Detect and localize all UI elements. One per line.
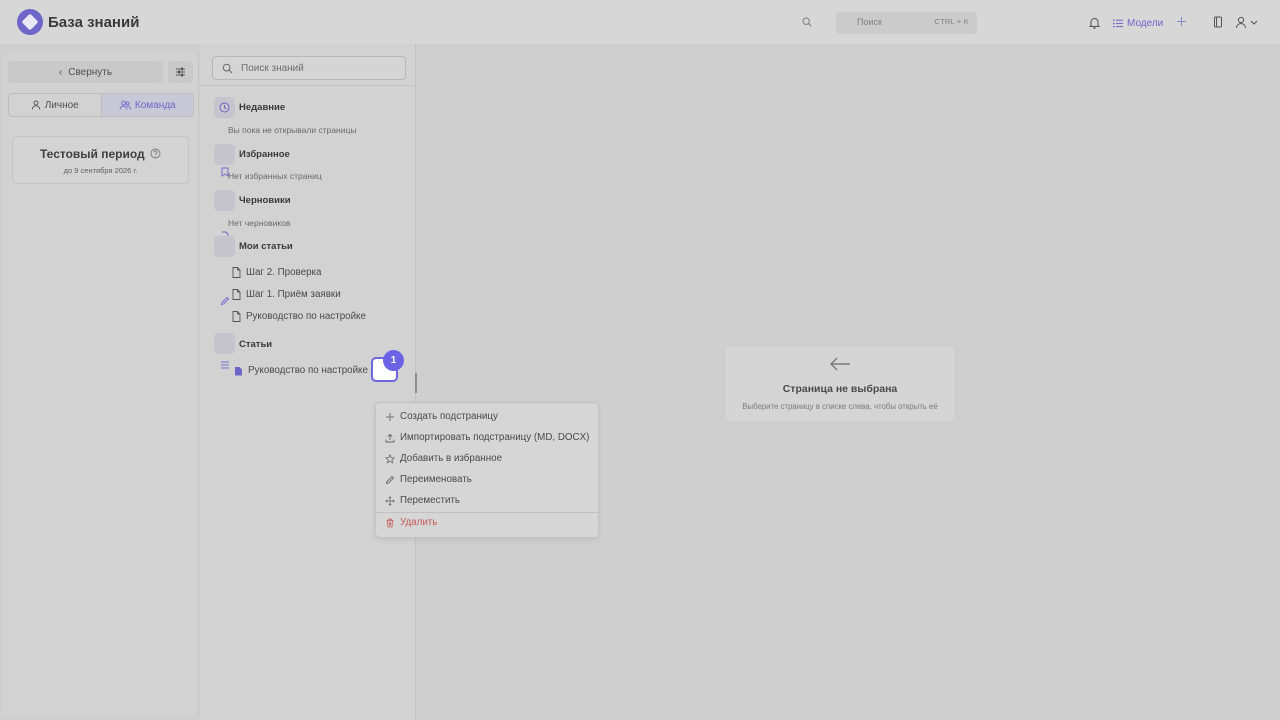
filter-settings-button[interactable] — [168, 61, 193, 83]
list-icon — [221, 361, 229, 369]
section-recent-title[interactable]: Недавние — [239, 102, 285, 113]
menu-create-subpage[interactable]: Создать подстраницу — [385, 411, 498, 422]
knowledge-tree-panel: Поиск знаний Недавние Вы пока не открыва… — [200, 44, 416, 720]
section-drafts-empty: Нет черновиков — [228, 218, 291, 228]
scrollbar[interactable] — [415, 373, 417, 393]
menu-separator — [376, 512, 598, 513]
knowledge-search-placeholder: Поиск знаний — [241, 63, 304, 74]
search-icon[interactable] — [802, 17, 812, 27]
plus-icon[interactable] — [1176, 16, 1187, 27]
pencil-icon — [220, 296, 230, 306]
menu-item-label: Удалить — [400, 517, 438, 528]
help-icon[interactable] — [150, 148, 161, 159]
section-articles-title[interactable]: Статьи — [239, 339, 272, 350]
book-icon[interactable] — [1213, 16, 1223, 28]
menu-rename[interactable]: Переименовать — [385, 474, 472, 485]
user-icon — [31, 100, 40, 110]
search-icon — [222, 63, 233, 74]
global-search-input[interactable]: Поиск CTRL + K — [836, 12, 977, 34]
tree-item[interactable]: Шаг 1. Приём заявки — [232, 289, 341, 300]
app-title: База знаний — [48, 14, 140, 31]
bell-icon[interactable] — [1088, 16, 1101, 29]
upload-icon — [385, 433, 395, 442]
chevron-left-icon: ‹ — [58, 66, 63, 78]
collapse-label: Свернуть — [68, 66, 113, 78]
menu-item-label: Переименовать — [400, 474, 472, 485]
trial-card: Тестовый период до 9 сентября 2026 г. — [12, 136, 189, 184]
sliders-icon — [176, 67, 185, 77]
models-button[interactable]: Модели — [1113, 16, 1163, 30]
menu-item-label: Импортировать подстраницу (MD, DOCX) — [400, 432, 590, 443]
bookmark-icon-tile — [214, 144, 235, 165]
tab-team-label: Команда — [134, 99, 176, 111]
menu-delete[interactable]: Удалить — [385, 517, 437, 528]
list-icon — [1113, 19, 1123, 27]
arrow-left-icon — [830, 357, 850, 371]
top-bar: База знаний Поиск CTRL + K Модели — [0, 0, 1280, 44]
step-badge: 1 — [383, 350, 404, 371]
menu-item-label: Создать подстраницу — [400, 411, 498, 422]
menu-add-favorite[interactable]: Добавить в избранное — [385, 453, 502, 464]
team-icon — [119, 100, 131, 110]
star-icon — [385, 453, 395, 464]
plus-icon — [386, 412, 394, 421]
knowledge-search-input[interactable]: Поиск знаний — [212, 56, 406, 80]
tree-item[interactable]: Шаг 2. Проверка — [232, 267, 322, 278]
context-menu: Создать подстраницу Импортировать подстр… — [375, 402, 599, 538]
tree-item-label: Шаг 1. Приём заявки — [246, 289, 341, 300]
user-menu-icon[interactable] — [1235, 16, 1259, 29]
tab-personal-label: Личное — [44, 99, 79, 111]
draft-icon-tile — [214, 190, 235, 211]
models-label: Модели — [1127, 17, 1164, 29]
menu-import-subpage[interactable]: Импортировать подстраницу (MD, DOCX) — [385, 432, 589, 443]
section-recent-empty: Вы пока не открывали страницы — [228, 125, 357, 135]
tree-item-selected[interactable]: Руководство по настройке — [234, 365, 368, 376]
scope-tabs: Личное Команда — [8, 93, 194, 117]
move-icon — [385, 495, 395, 506]
tree-item-label: Шаг 2. Проверка — [246, 267, 322, 278]
document-icon — [232, 289, 241, 300]
search-shortcut-hint: CTRL + K — [934, 17, 969, 26]
trial-until: до 9 сентября 2026 г. — [63, 166, 138, 175]
section-favorites-title[interactable]: Избранное — [239, 149, 290, 160]
document-icon — [235, 367, 242, 376]
menu-move[interactable]: Переместить — [385, 495, 460, 506]
section-drafts-title[interactable]: Черновики — [239, 195, 291, 206]
empty-state: Страница не выбрана Выберите страницу в … — [726, 346, 954, 421]
document-icon — [232, 311, 241, 322]
menu-item-label: Переместить — [400, 495, 461, 506]
clock-icon — [214, 97, 235, 118]
tab-personal[interactable]: Личное — [9, 94, 101, 116]
document-icon — [232, 267, 241, 278]
trial-title: Тестовый период — [13, 147, 188, 161]
trial-title-text: Тестовый период — [39, 147, 145, 161]
tree-item-label: Руководство по настройке — [246, 311, 366, 322]
global-search-placeholder: Поиск — [857, 17, 882, 27]
section-favorites-empty: Нет избранных страниц — [228, 171, 322, 181]
menu-item-label: Добавить в избранное — [400, 453, 503, 464]
section-my-articles-title[interactable]: Мои статьи — [239, 241, 293, 252]
my-articles-icon-tile — [214, 236, 235, 257]
empty-state-title: Страница не выбрана — [782, 383, 898, 395]
collapse-button[interactable]: ‹ Свернуть — [8, 61, 163, 83]
empty-state-subtitle: Выберите страницу в списке слева, чтобы … — [742, 402, 938, 411]
left-sidebar: ‹ Свернуть Личное Команда Тестовый перио… — [3, 52, 199, 716]
app-logo[interactable] — [17, 9, 43, 35]
tree-item[interactable]: Руководство по настройке — [232, 311, 366, 322]
trash-icon — [386, 518, 394, 527]
tree-item-label: Руководство по настройке — [248, 365, 368, 376]
tab-team[interactable]: Команда — [100, 94, 193, 116]
articles-icon-tile — [214, 333, 235, 354]
divider — [200, 85, 416, 86]
pencil-icon — [385, 475, 395, 484]
